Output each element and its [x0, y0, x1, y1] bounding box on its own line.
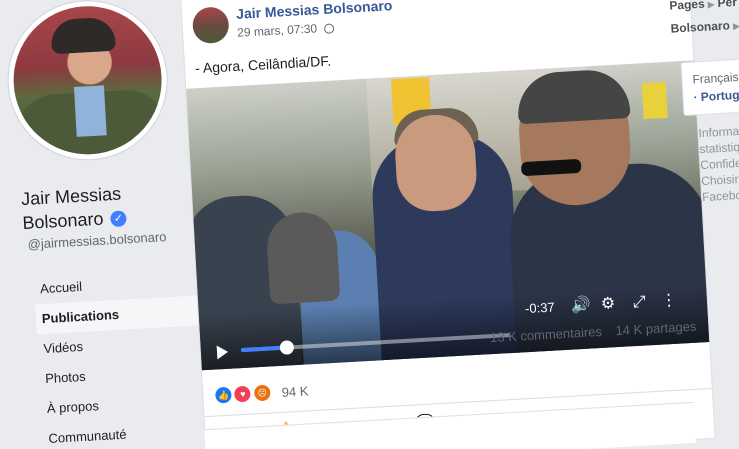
page-nav: Accueil Publications Vidéos Photos À pro… — [33, 265, 223, 449]
facebook-page-view: Jair Messias Bolsonaro ✓ @jairmessias.bo… — [0, 0, 739, 449]
footer-link[interactable]: Informat — [698, 121, 739, 141]
love-reaction-icon: ♥ — [232, 383, 254, 405]
crumb-pages[interactable]: Pages — [669, 0, 705, 13]
post-timestamp[interactable]: 29 mars, 07:30 — [236, 20, 335, 40]
angry-reaction-icon: ☹ — [251, 382, 273, 404]
crumb-arrow-icon-2: ▶ — [732, 20, 739, 32]
crumb-arrow-icon: ▶ — [707, 0, 715, 10]
video-progress-bar[interactable] — [240, 333, 511, 355]
post-text: - Agora, Ceilândia/DF. — [194, 52, 332, 77]
footer-link[interactable]: Choisir — [701, 169, 739, 189]
post-author[interactable]: Jair Messias Bolsonaro — [236, 0, 393, 22]
post-avatar[interactable] — [191, 6, 230, 45]
more-options-icon[interactable]: ⋮ — [660, 290, 677, 311]
video-scrub-handle[interactable] — [279, 340, 295, 355]
reactions-summary[interactable]: 👍 ♥ ☹ 94 K — [212, 380, 309, 406]
crumb-next[interactable]: Per — [717, 0, 737, 10]
footer-link[interactable]: Facebo — [702, 185, 739, 205]
footer-link[interactable]: Confide — [700, 153, 739, 173]
page-name-text: Jair Messias Bolsonaro — [20, 183, 122, 234]
globe-icon — [324, 23, 335, 34]
footer-links: Informat statistiq Confide Choisir Faceb… — [698, 121, 739, 205]
volume-icon[interactable]: 🔊 — [570, 295, 592, 316]
video-sign-2 — [641, 81, 668, 120]
breadcrumb: Pages ▶ Per Bolsonaro ▶ — [669, 0, 739, 41]
profile-picture[interactable] — [4, 0, 171, 164]
like-reaction-icon: 👍 — [212, 384, 234, 406]
video-time-remaining: -0:37 — [524, 299, 556, 317]
language-box: Français (F · Portugu — [680, 57, 739, 117]
language-current: Français (F — [692, 69, 739, 87]
photo-hair — [50, 16, 117, 55]
profile-photo — [9, 2, 166, 159]
footer-link[interactable]: statistiq — [699, 137, 739, 157]
crumb-page[interactable]: Bolsonaro — [670, 18, 730, 35]
language-link[interactable]: · Portugu — [693, 84, 739, 106]
video-head-center — [393, 112, 479, 214]
video-person-cap — [265, 210, 341, 305]
page-title: Jair Messias Bolsonaro ✓ — [20, 178, 192, 235]
post-card: Jair Messias Bolsonaro 29 mars, 07:30 - … — [180, 0, 716, 449]
fullscreen-icon[interactable]: ⤢ — [632, 293, 646, 312]
reactions-count: 94 K — [281, 382, 309, 400]
verified-badge-icon: ✓ — [110, 210, 127, 228]
post-time-text: 29 mars, 07:30 — [236, 21, 318, 40]
photo-shirt — [73, 85, 107, 137]
tilted-content: Jair Messias Bolsonaro ✓ @jairmessias.bo… — [0, 0, 739, 449]
gear-icon[interactable]: ⚙ — [600, 293, 615, 314]
play-icon[interactable] — [216, 344, 229, 360]
